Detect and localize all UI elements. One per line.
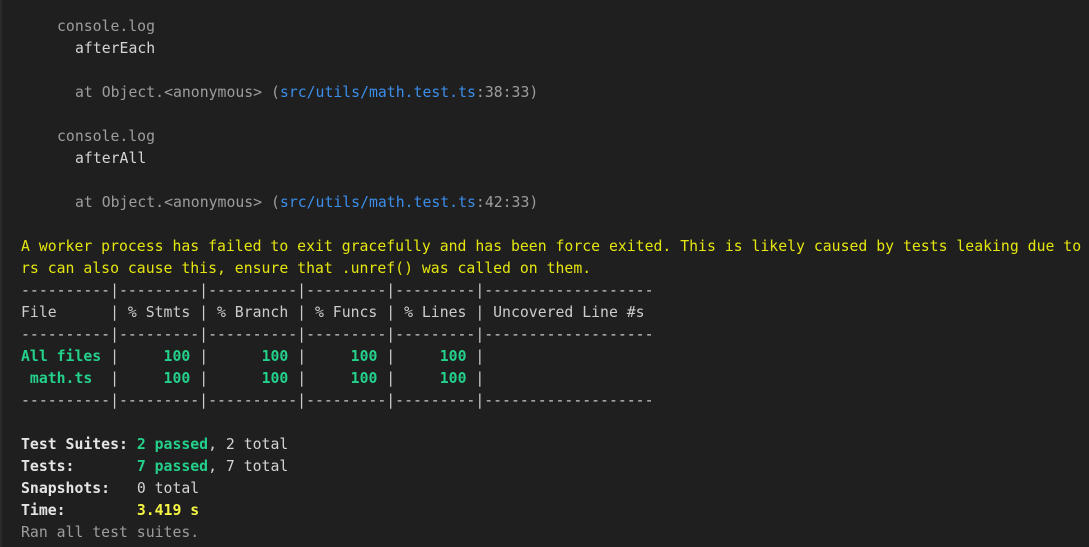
- summary-tests: Tests: 7 passed, 7 total: [21, 456, 288, 478]
- console-log-message: afterEach: [75, 40, 156, 57]
- summary-passed: 7 passed: [136, 458, 209, 475]
- coverage-lines: 100: [439, 348, 467, 365]
- terminal-output[interactable]: console.log afterEach at Object.<anonymo…: [2, 0, 1089, 547]
- coverage-separator: ----------|---------|----------|--------…: [21, 392, 654, 409]
- stack-trace-file-link[interactable]: src/utils/math.test.ts: [280, 84, 476, 101]
- summary-total: , 7 total: [208, 458, 289, 475]
- coverage-branch: 100: [261, 370, 289, 387]
- summary-time: Time: 3.419 s: [21, 500, 199, 522]
- summary-value: 0 total: [136, 480, 200, 497]
- coverage-branch: 100: [261, 348, 289, 365]
- coverage-file-name: All files: [21, 348, 111, 365]
- coverage-stmts: 100: [163, 348, 191, 365]
- stack-trace-position: :38:33): [475, 84, 539, 101]
- stack-trace-line: at Object.<anonymous> (src/utils/math.te…: [75, 82, 538, 104]
- coverage-header: File | % Stmts | % Branch | % Funcs | % …: [21, 304, 645, 321]
- summary-test-suites: Test Suites: 2 passed, 2 total: [21, 434, 288, 456]
- stack-trace-file-link[interactable]: src/utils/math.test.ts: [280, 194, 476, 211]
- worker-warning-line-1: A worker process has failed to exit grac…: [21, 238, 1082, 255]
- stack-trace-prefix: at Object.<anonymous> (: [75, 84, 280, 101]
- console-log-message: afterAll: [75, 150, 147, 167]
- coverage-row-all-files: All files | 100 | 100 | 100 | 100 |: [21, 348, 485, 365]
- summary-label: Snapshots:: [21, 480, 111, 497]
- coverage-separator: ----------|---------|----------|--------…: [21, 282, 654, 299]
- summary-label: Time:: [21, 502, 66, 519]
- summary-snapshots: Snapshots: 0 total: [21, 478, 199, 500]
- coverage-separator: ----------|---------|----------|--------…: [21, 326, 654, 343]
- coverage-funcs: 100: [350, 370, 378, 387]
- summary-label: Test Suites:: [21, 436, 128, 453]
- worker-warning-line-2: rs can also cause this, ensure that .unr…: [21, 260, 592, 277]
- summary-label: Tests:: [21, 458, 75, 475]
- coverage-stmts: 100: [163, 370, 191, 387]
- summary-time-value: 3.419 s: [136, 502, 200, 519]
- stack-trace-prefix: at Object.<anonymous> (: [75, 194, 280, 211]
- stack-trace-position: :42:33): [475, 194, 539, 211]
- summary-passed: 2 passed: [136, 436, 209, 453]
- coverage-lines: 100: [439, 370, 467, 387]
- coverage-funcs: 100: [350, 348, 378, 365]
- summary-total: , 2 total: [208, 436, 289, 453]
- console-log-label: console.log: [57, 18, 155, 35]
- stack-trace-line: at Object.<anonymous> (src/utils/math.te…: [75, 192, 538, 214]
- summary-ran-all: Ran all test suites.: [21, 524, 200, 541]
- coverage-row-math-ts: math.ts | 100 | 100 | 100 | 100 |: [21, 370, 485, 387]
- coverage-file-name: math.ts: [21, 370, 111, 387]
- console-log-label: console.log: [57, 128, 155, 145]
